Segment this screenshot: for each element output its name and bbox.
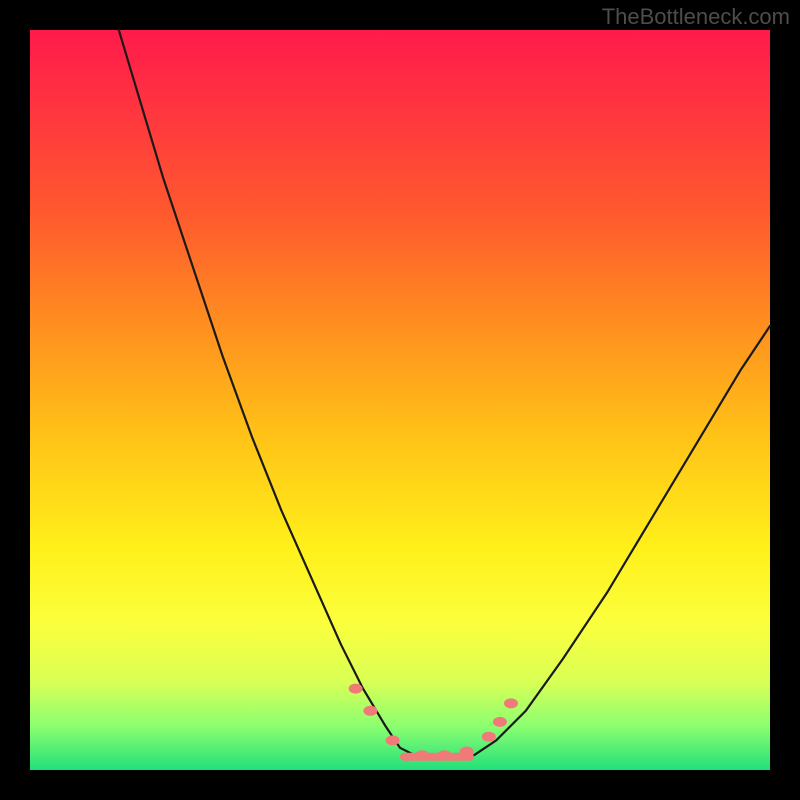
- curve-tick: [386, 735, 400, 745]
- bottleneck-curve: [119, 30, 770, 759]
- curve-tick: [482, 732, 496, 742]
- chart-frame: TheBottleneck.com: [0, 0, 800, 800]
- curve-tick: [363, 706, 377, 716]
- plot-area: [30, 30, 770, 770]
- curve-tick-flat: [400, 753, 474, 761]
- curve-tick: [349, 684, 363, 694]
- curve-svg: [30, 30, 770, 770]
- attribution-label: TheBottleneck.com: [602, 4, 790, 30]
- tick-group: [349, 684, 518, 761]
- curve-tick: [504, 698, 518, 708]
- curve-tick: [493, 717, 507, 727]
